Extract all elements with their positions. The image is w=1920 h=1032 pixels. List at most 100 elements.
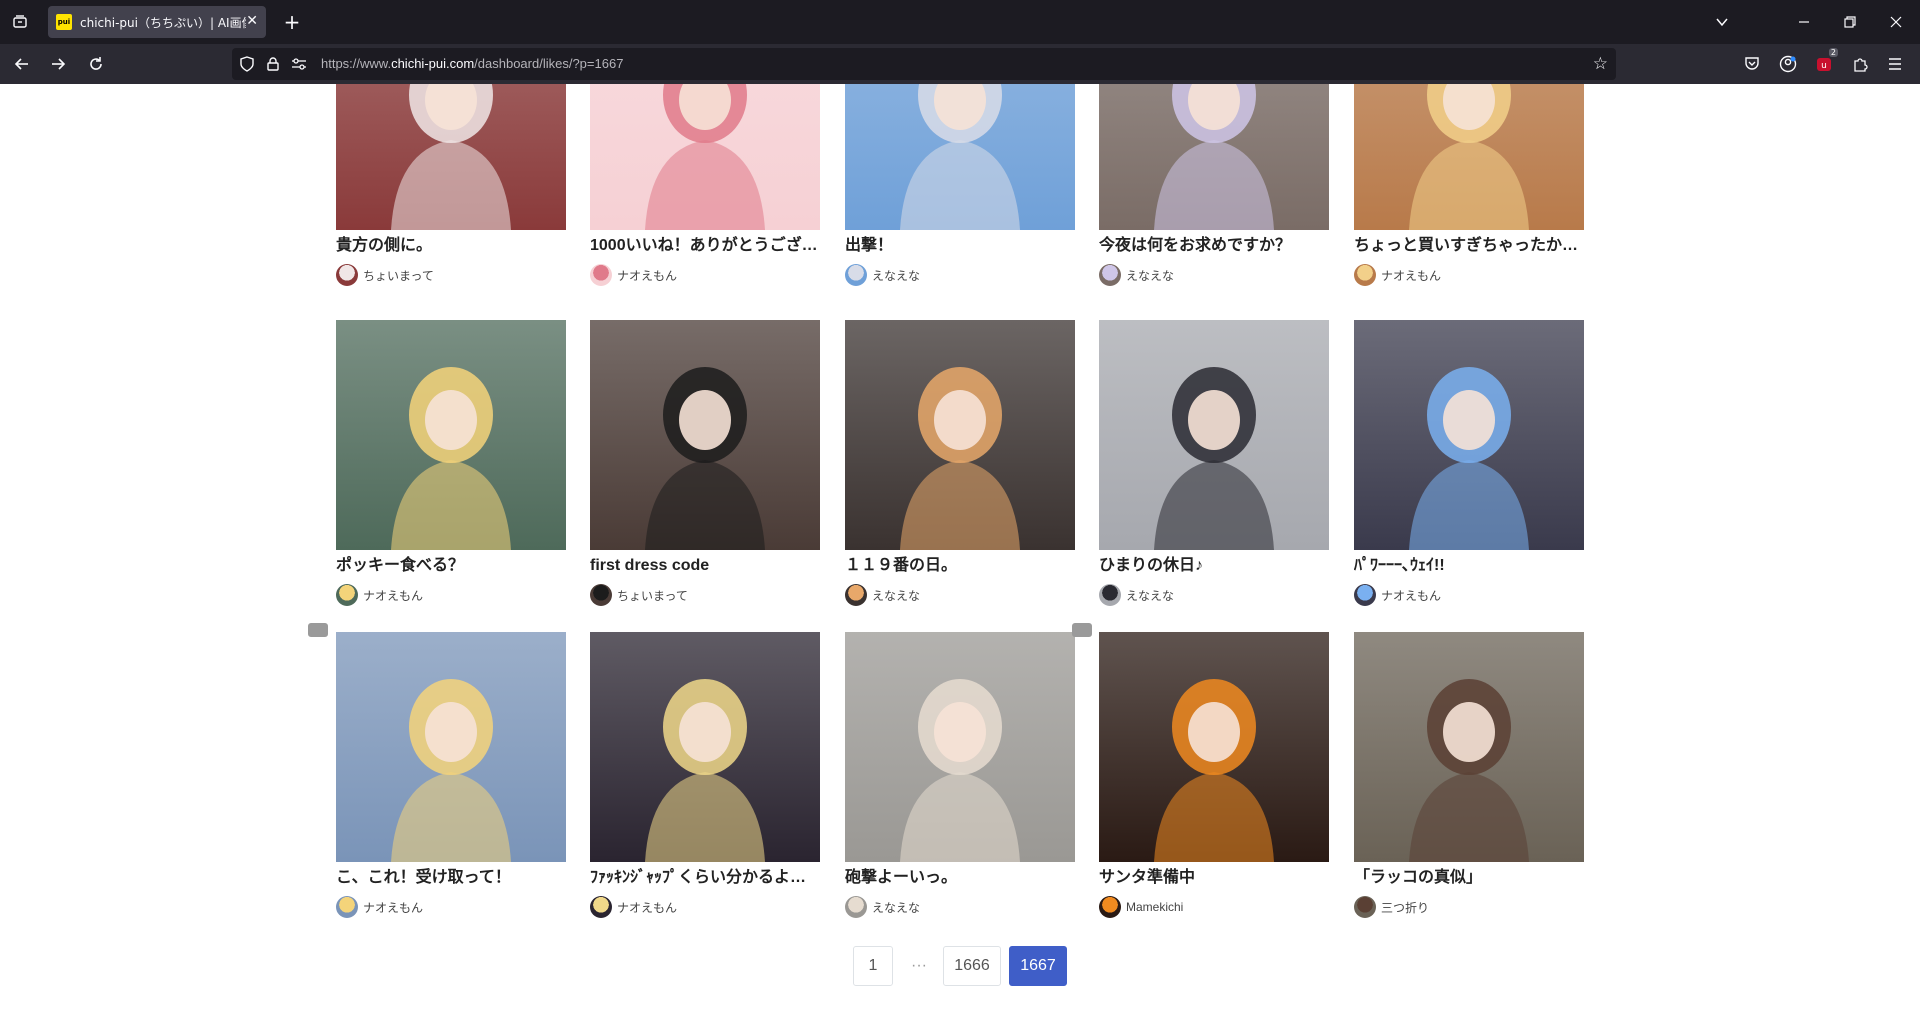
card-user[interactable]: 三つ折り xyxy=(1354,896,1584,918)
card-thumbnail[interactable] xyxy=(1354,632,1584,862)
card-title[interactable]: 1000いいね！ありがとうござい… xyxy=(590,236,820,256)
card-thumbnail[interactable] xyxy=(845,84,1075,230)
card-user[interactable]: ナオえもん xyxy=(1354,584,1584,606)
new-tab-icon[interactable]: + xyxy=(278,8,306,36)
page-button-current[interactable]: 1667 xyxy=(1009,946,1067,986)
card-thumbnail[interactable] xyxy=(590,632,820,862)
card-title[interactable]: ﾌｧｯｷﾝｼﾞｬｯﾌﾟくらい分かるよ… xyxy=(590,868,820,888)
card-user[interactable]: ナオえもん xyxy=(590,264,820,286)
card-thumbnail[interactable] xyxy=(590,84,820,230)
extensions-puzzle-icon[interactable] xyxy=(1850,54,1870,74)
card-user[interactable]: えなえな xyxy=(1099,264,1329,286)
bookmark-star-icon[interactable]: ☆ xyxy=(1593,54,1608,74)
card-title[interactable]: １１９番の日。 xyxy=(845,556,1075,576)
tab-list-icon[interactable] xyxy=(6,8,34,36)
card-thumbnail[interactable] xyxy=(1099,632,1329,862)
card-user[interactable]: ナオえもん xyxy=(590,896,820,918)
card-title[interactable]: 貴方の側に。 xyxy=(336,236,566,256)
card-title[interactable]: ﾊﾟﾜｰｰｰ､ｳｪｲ!! xyxy=(1354,556,1584,576)
image-card[interactable]: ひまりの休日♪ えなえな xyxy=(1099,320,1329,606)
card-title[interactable]: ひまりの休日♪ xyxy=(1099,556,1329,576)
image-card[interactable]: １１９番の日。えなえな xyxy=(845,320,1075,606)
back-icon[interactable] xyxy=(8,50,36,78)
user-name[interactable]: ナオえもん xyxy=(363,587,423,604)
user-name[interactable]: ナオえもん xyxy=(1381,267,1441,284)
close-window-icon[interactable] xyxy=(1882,8,1910,36)
image-card[interactable]: 出撃！ えなえな xyxy=(845,84,1075,286)
reload-icon[interactable] xyxy=(82,50,110,78)
user-name[interactable]: ちょいまって xyxy=(363,267,434,284)
active-tab[interactable]: pui chichi-pui（ちちぷい）| AI画像投稿 ✕ xyxy=(48,6,266,38)
restore-icon[interactable] xyxy=(1836,8,1864,36)
menu-hamburger-icon[interactable] xyxy=(1885,54,1905,74)
minimize-icon[interactable] xyxy=(1790,8,1818,36)
user-name[interactable]: ナオえもん xyxy=(363,899,423,916)
card-title[interactable]: 出撃！ xyxy=(845,236,1075,256)
site-favicon-icon: pui xyxy=(56,14,72,30)
user-name[interactable]: ナオえもん xyxy=(617,267,677,284)
image-card[interactable]: ﾌｧｯｷﾝｼﾞｬｯﾌﾟくらい分かるよ… ナオえもん xyxy=(590,632,820,918)
card-thumbnail[interactable] xyxy=(1354,84,1584,230)
image-card[interactable]: ﾊﾟﾜｰｰｰ､ｳｪｲ!! ナオえもん xyxy=(1354,320,1584,606)
user-name[interactable]: ナオえもん xyxy=(1381,587,1441,604)
user-name[interactable]: えなえな xyxy=(1126,587,1174,604)
card-title[interactable]: 今夜は何をお求めですか？ xyxy=(1099,236,1329,256)
card-user[interactable]: ナオえもん xyxy=(336,584,566,606)
card-user[interactable]: ちょいまって xyxy=(590,584,820,606)
card-user[interactable]: Mamekichi xyxy=(1099,896,1329,918)
user-name[interactable]: ナオえもん xyxy=(617,899,677,916)
close-tab-icon[interactable]: ✕ xyxy=(246,13,258,29)
image-card[interactable]: 貴方の側に。ちょいまって xyxy=(336,84,566,286)
image-card[interactable]: first dress code ちょいまって xyxy=(590,320,820,606)
image-card[interactable]: ちょっと買いすぎちゃったかも… ナオえもん xyxy=(1354,84,1584,286)
user-name[interactable]: Mamekichi xyxy=(1126,900,1183,914)
card-thumbnail[interactable] xyxy=(845,320,1075,550)
image-card[interactable]: 今夜は何をお求めですか？ えなえな xyxy=(1099,84,1329,286)
user-name[interactable]: 三つ折り xyxy=(1381,899,1429,916)
shield-icon[interactable] xyxy=(238,55,256,73)
user-name[interactable]: えなえな xyxy=(872,899,920,916)
image-card[interactable]: 「ラッコの真似」三つ折り xyxy=(1354,632,1584,918)
card-user[interactable]: えなえな xyxy=(845,584,1075,606)
account-icon[interactable] xyxy=(1778,54,1798,74)
user-name[interactable]: ちょいまって xyxy=(617,587,688,604)
card-thumbnail[interactable] xyxy=(845,632,1075,862)
image-card[interactable]: サンタ準備中 Mamekichi xyxy=(1099,632,1329,918)
card-user[interactable]: ナオえもん xyxy=(1354,264,1584,286)
chevron-down-icon[interactable] xyxy=(1708,8,1736,36)
card-thumbnail[interactable] xyxy=(336,632,566,862)
card-thumbnail[interactable] xyxy=(1099,84,1329,230)
card-thumbnail[interactable] xyxy=(336,84,566,230)
card-thumbnail[interactable] xyxy=(1354,320,1584,550)
pocket-icon[interactable] xyxy=(1742,54,1762,74)
card-thumbnail[interactable] xyxy=(336,320,566,550)
card-title[interactable]: ポッキー食べる？ xyxy=(336,556,566,576)
card-title[interactable]: 「ラッコの真似」 xyxy=(1354,868,1584,888)
page-button-prev[interactable]: 1666 xyxy=(943,946,1001,986)
user-name[interactable]: えなえな xyxy=(872,587,920,604)
card-title[interactable]: ちょっと買いすぎちゃったかも… xyxy=(1354,236,1584,256)
card-title[interactable]: サンタ準備中 xyxy=(1099,868,1329,888)
forward-icon[interactable] xyxy=(44,50,72,78)
image-card[interactable]: ポッキー食べる？ ナオえもん xyxy=(336,320,566,606)
card-thumbnail[interactable] xyxy=(1099,320,1329,550)
user-name[interactable]: えなえな xyxy=(872,267,920,284)
card-user[interactable]: えなえな xyxy=(845,896,1075,918)
image-card[interactable]: 砲撃よーいっ。えなえな xyxy=(845,632,1075,918)
card-title[interactable]: 砲撃よーいっ。 xyxy=(845,868,1075,888)
card-user[interactable]: えなえな xyxy=(1099,584,1329,606)
image-card[interactable]: 1000いいね！ありがとうござい… ナオえもん xyxy=(590,84,820,286)
permissions-icon[interactable] xyxy=(290,55,308,73)
lock-icon[interactable] xyxy=(264,55,282,73)
card-title[interactable]: こ、これ！受け取って！ xyxy=(336,868,566,888)
card-user[interactable]: ちょいまって xyxy=(336,264,566,286)
card-thumbnail[interactable] xyxy=(590,320,820,550)
card-title[interactable]: first dress code xyxy=(590,556,820,576)
card-user[interactable]: ナオえもん xyxy=(336,896,566,918)
user-name[interactable]: えなえな xyxy=(1126,267,1174,284)
url-bar[interactable]: https://www.chichi-pui.com/dashboard/lik… xyxy=(232,48,1616,80)
image-card[interactable]: こ、これ！受け取って！ ナオえもん xyxy=(336,632,566,918)
card-user[interactable]: えなえな xyxy=(845,264,1075,286)
page-button-first[interactable]: 1 xyxy=(853,946,893,986)
extension-badge-icon[interactable]: u 2 xyxy=(1814,48,1838,74)
